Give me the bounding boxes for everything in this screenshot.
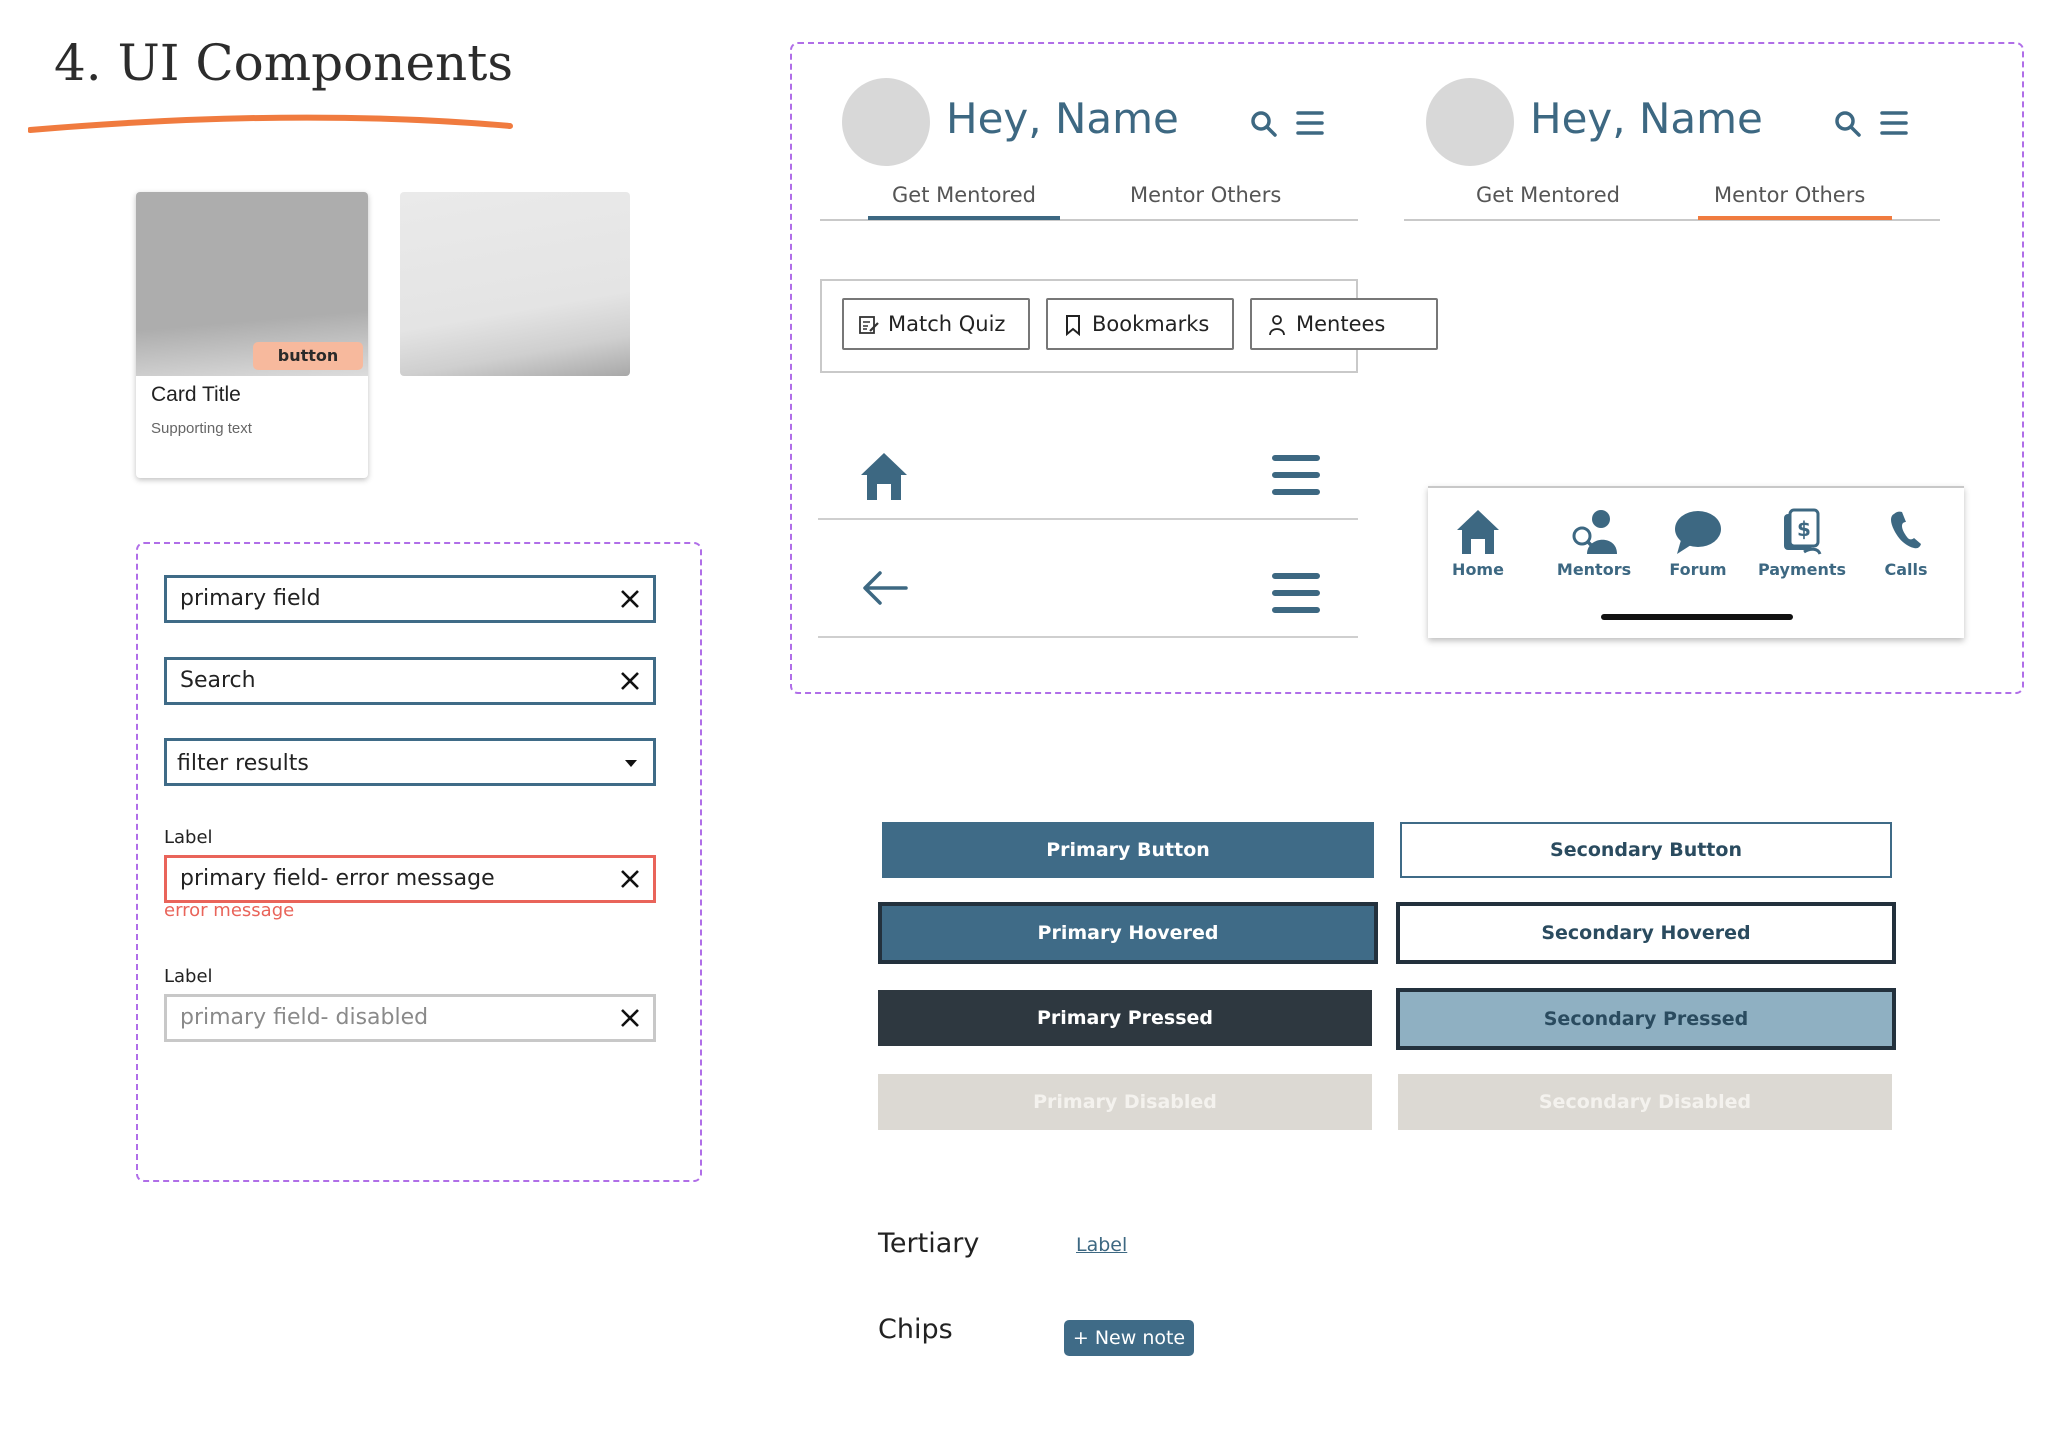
- clear-icon[interactable]: [619, 588, 641, 610]
- primary-button[interactable]: Primary Button: [882, 822, 1374, 878]
- menu-icon[interactable]: [1880, 110, 1908, 136]
- card-title: Card Title: [151, 383, 241, 406]
- avatar[interactable]: [1426, 78, 1514, 166]
- svg-text:$: $: [1797, 517, 1811, 541]
- secondary-pressed-button[interactable]: Secondary Pressed: [1396, 988, 1896, 1050]
- nav-item-home[interactable]: Home: [1428, 508, 1528, 579]
- disabled-field-value: primary field- disabled: [180, 1005, 429, 1030]
- nav-item-mentors[interactable]: Mentors: [1544, 508, 1644, 579]
- home-icon: [1457, 510, 1499, 554]
- nav-item-calls[interactable]: Calls: [1856, 508, 1956, 579]
- filter-select[interactable]: filter results: [164, 738, 656, 786]
- clear-icon[interactable]: [619, 670, 641, 692]
- bookmark-icon: [1066, 315, 1080, 336]
- nav-item-forum[interactable]: Forum: [1648, 508, 1748, 579]
- error-field[interactable]: primary field- error message: [164, 855, 656, 903]
- error-field-label: Label: [164, 827, 213, 848]
- primary-pressed-button[interactable]: Primary Pressed: [878, 990, 1372, 1046]
- app-bar-divider: [818, 636, 1358, 638]
- menu-icon[interactable]: [1296, 110, 1324, 136]
- greeting-title: Hey, Name: [946, 94, 1179, 143]
- page-title: 4. UI Components: [54, 34, 514, 92]
- nav-label-mentors: Mentors: [1556, 560, 1632, 579]
- error-message: error message: [164, 900, 295, 921]
- tab-mentor-others[interactable]: Mentor Others: [1130, 183, 1281, 207]
- card-badge-button[interactable]: button: [253, 342, 363, 370]
- menu-icon[interactable]: [1272, 454, 1320, 496]
- mentees-label: Mentees: [1296, 312, 1386, 336]
- search-field[interactable]: Search: [164, 657, 656, 705]
- nav-label-home: Home: [1452, 560, 1504, 579]
- search-icon[interactable]: [1250, 110, 1278, 138]
- search-icon[interactable]: [1834, 110, 1862, 138]
- greeting-title: Hey, Name: [1530, 94, 1763, 143]
- secondary-hovered-button[interactable]: Secondary Hovered: [1396, 902, 1896, 964]
- home-icon[interactable]: [858, 450, 910, 502]
- menu-icon[interactable]: [1272, 572, 1320, 614]
- payments-icon: $: [1784, 508, 1822, 555]
- mentees-button[interactable]: Mentees: [1250, 298, 1438, 350]
- clear-icon[interactable]: [619, 868, 641, 890]
- bottom-navigation: Home Mentors Forum $ Payments Calls: [1428, 486, 1964, 638]
- bookmarks-button[interactable]: Bookmarks: [1046, 298, 1234, 350]
- chips-section-label: Chips: [878, 1314, 953, 1345]
- chat-bubble-icon: [1675, 511, 1721, 554]
- nav-label-payments: Payments: [1757, 560, 1847, 579]
- secondary-button[interactable]: Secondary Button: [1400, 822, 1892, 878]
- person-icon: [1269, 315, 1285, 336]
- nav-item-payments[interactable]: $ Payments: [1752, 508, 1852, 579]
- primary-hovered-button[interactable]: Primary Hovered: [878, 902, 1378, 964]
- bookmarks-label: Bookmarks: [1092, 312, 1210, 336]
- primary-disabled-button: Primary Disabled: [878, 1074, 1372, 1130]
- image-placeholder: [400, 192, 630, 376]
- match-quiz-label: Match Quiz: [888, 312, 1006, 336]
- nav-label-forum: Forum: [1669, 560, 1727, 579]
- nav-label-calls: Calls: [1884, 560, 1928, 579]
- home-indicator: [1601, 614, 1793, 620]
- filter-select-value: filter results: [177, 751, 309, 776]
- search-field-value: Search: [180, 668, 256, 693]
- match-quiz-button[interactable]: Match Quiz: [842, 298, 1030, 350]
- tertiary-link[interactable]: Label: [1076, 1234, 1127, 1256]
- new-note-chip[interactable]: + New note: [1064, 1320, 1194, 1356]
- chevron-down-icon: [625, 760, 637, 767]
- disabled-field: primary field- disabled: [164, 994, 656, 1042]
- primary-field[interactable]: primary field: [164, 575, 656, 623]
- tab-get-mentored[interactable]: Get Mentored: [892, 183, 1036, 207]
- title-underline: [28, 114, 513, 133]
- primary-field-value: primary field: [180, 586, 321, 611]
- back-arrow-icon[interactable]: [862, 570, 908, 606]
- content-card[interactable]: button Card Title Supporting text: [136, 192, 368, 478]
- avatar[interactable]: [842, 78, 930, 166]
- app-bar-divider: [818, 518, 1358, 520]
- error-field-value: primary field- error message: [180, 866, 495, 891]
- card-supporting-text: Supporting text: [151, 420, 252, 437]
- tertiary-section-label: Tertiary: [878, 1228, 980, 1259]
- active-tab-indicator: [868, 216, 1060, 220]
- secondary-disabled-button: Secondary Disabled: [1398, 1074, 1892, 1130]
- phone-icon: [1891, 511, 1921, 549]
- active-tab-indicator: [1698, 216, 1892, 220]
- tab-get-mentored[interactable]: Get Mentored: [1476, 183, 1620, 207]
- mentor-search-icon: [1572, 510, 1617, 554]
- quiz-icon: [859, 316, 879, 334]
- clear-icon: [621, 1009, 639, 1027]
- tab-mentor-others[interactable]: Mentor Others: [1714, 183, 1865, 207]
- disabled-field-label: Label: [164, 966, 213, 987]
